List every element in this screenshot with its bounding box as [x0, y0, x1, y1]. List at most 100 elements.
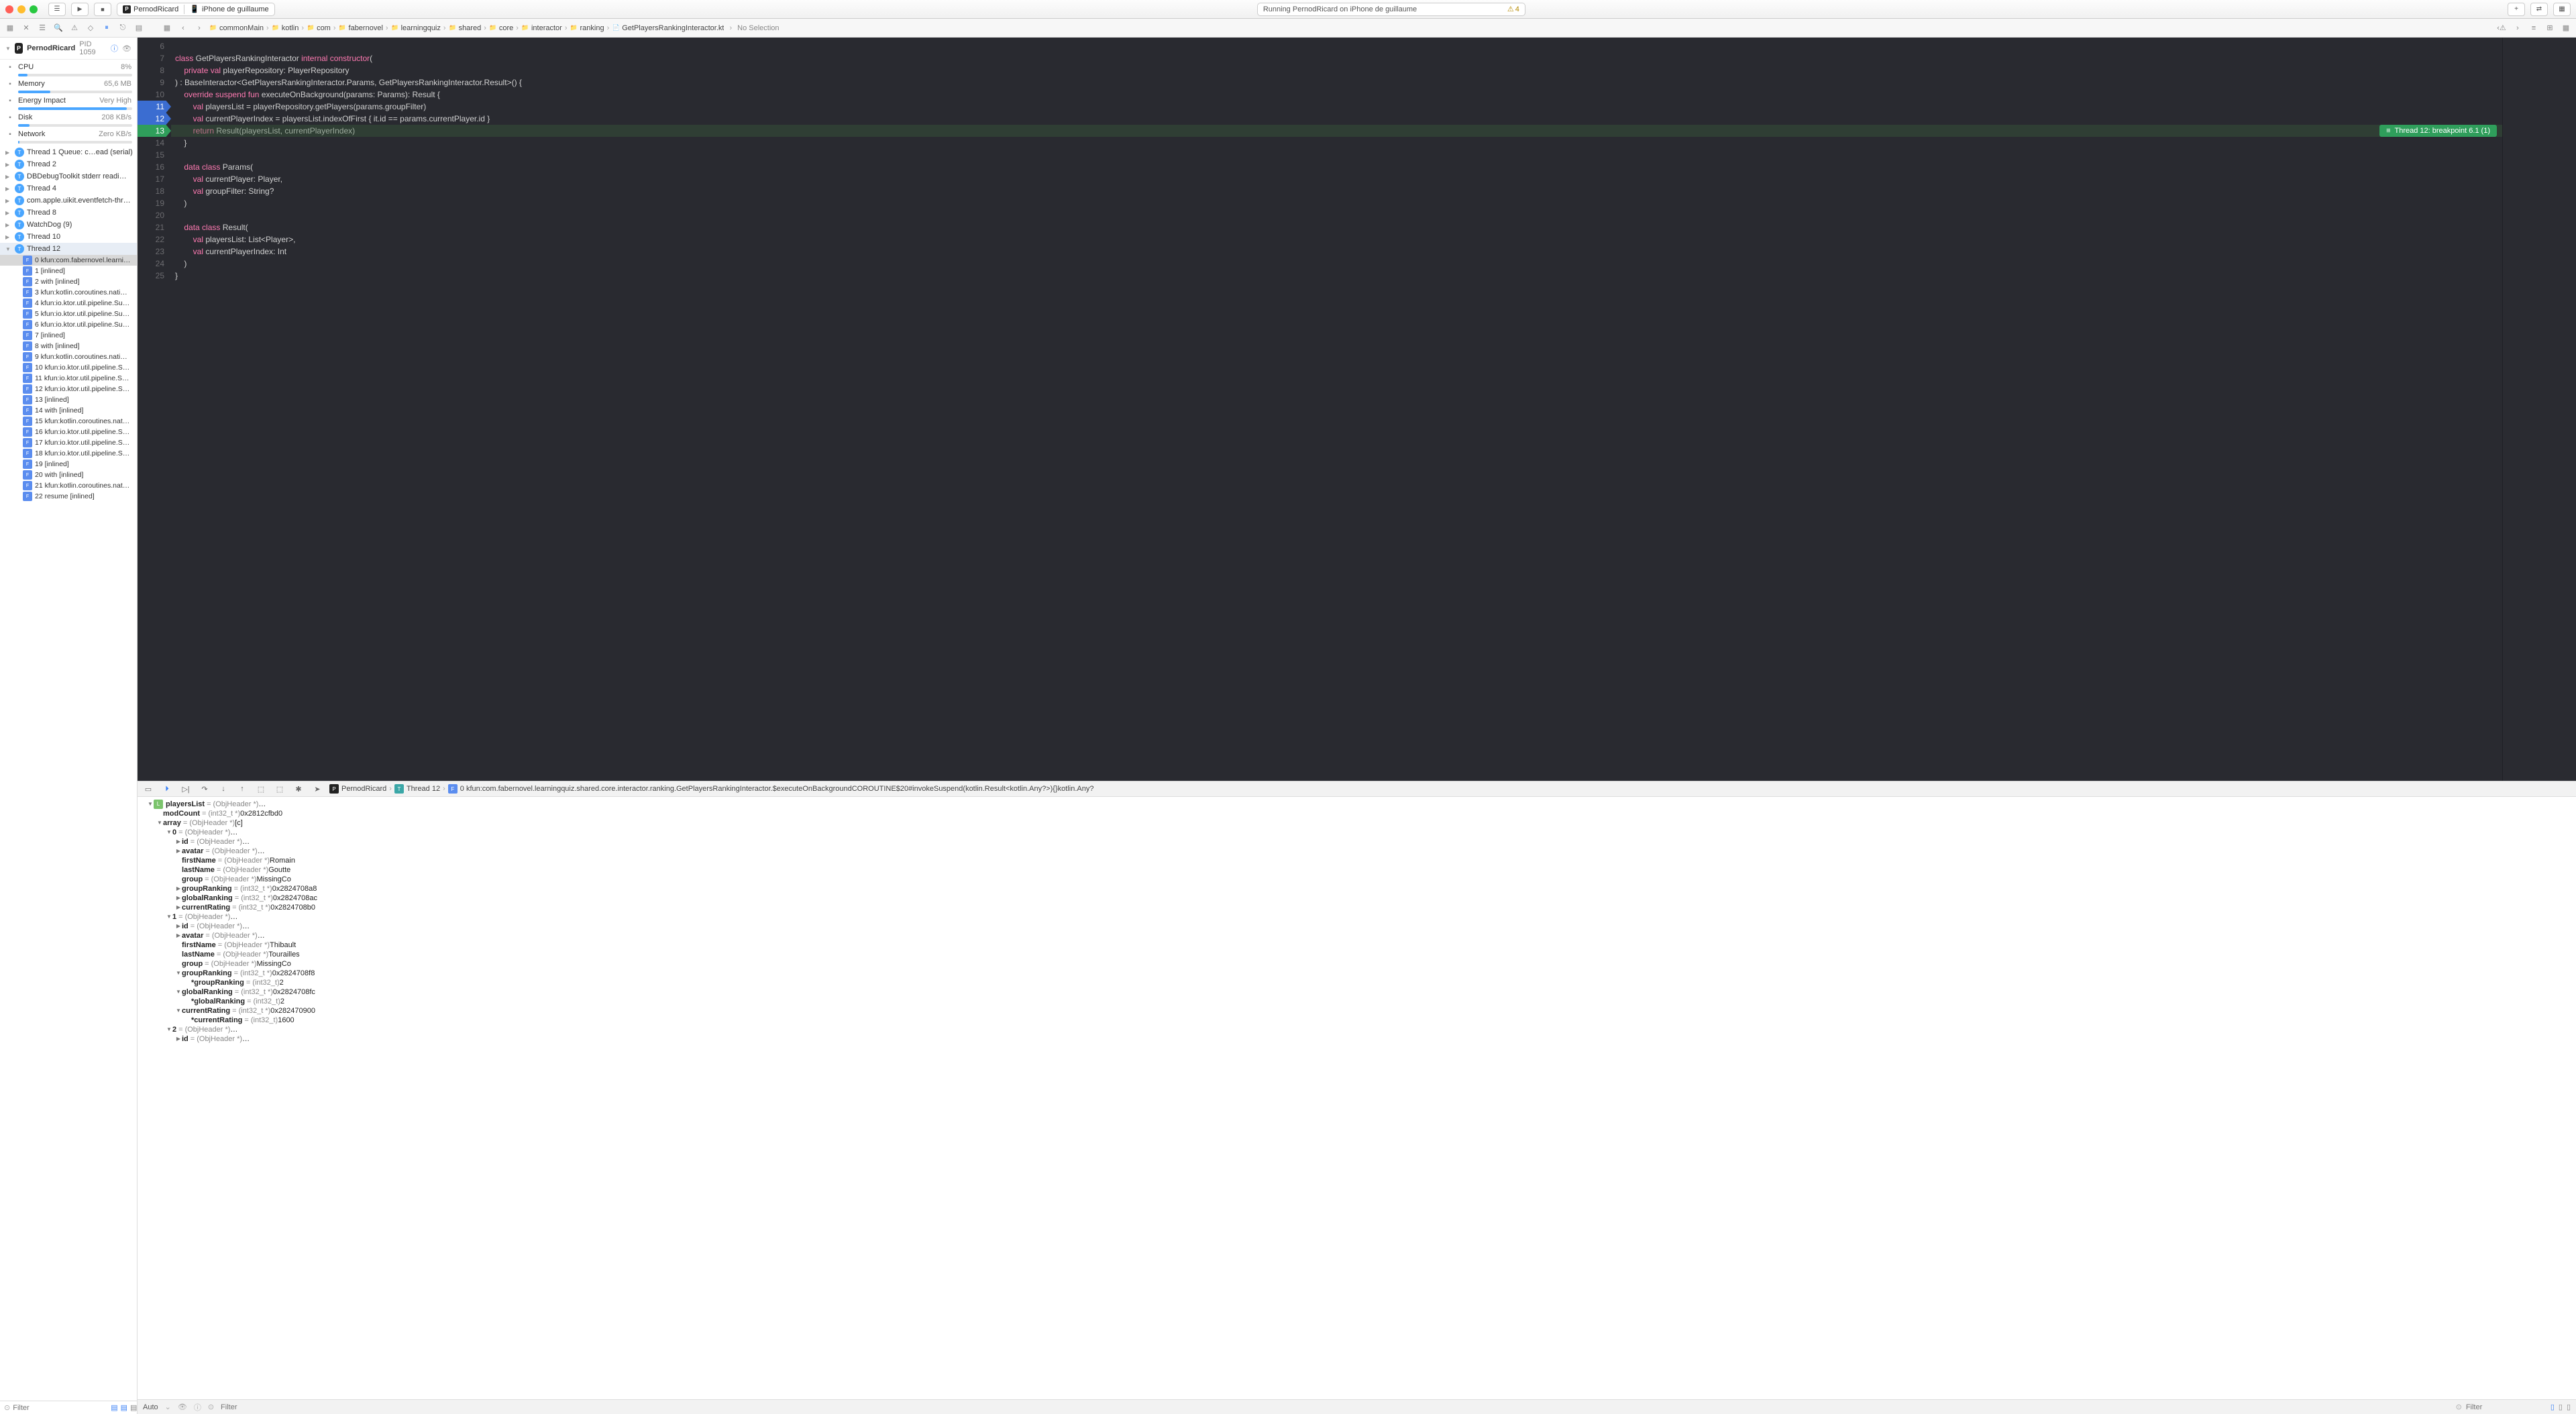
- debug-sim-icon[interactable]: ✱: [292, 783, 305, 795]
- code-line[interactable]: }: [171, 137, 2502, 149]
- thread-row-12[interactable]: ▼TThread 12: [0, 243, 137, 255]
- thread-row[interactable]: ▶Tcom.apple.uikit.eventfetch-thr…: [0, 195, 137, 207]
- disclosure-icon[interactable]: ▼: [166, 912, 172, 922]
- close-window[interactable]: [5, 5, 13, 13]
- editor[interactable]: 678910111213141516171819202122232425 cla…: [138, 38, 2576, 781]
- stop-button[interactable]: [94, 3, 111, 16]
- stack-frame[interactable]: F9 kfun:kotlin.coroutines.nati…: [0, 351, 137, 362]
- filter-opt3-icon[interactable]: ▤: [130, 1403, 137, 1412]
- stack-frame[interactable]: F21 kfun:kotlin.coroutines.nat…: [0, 480, 137, 491]
- pane-right-icon[interactable]: ▯: [2567, 1403, 2571, 1411]
- breadcrumb-item[interactable]: 📁commonMain: [209, 24, 264, 32]
- code-line[interactable]: [171, 40, 2502, 52]
- breadcrumb-item[interactable]: 📁shared: [449, 24, 482, 32]
- report-nav-icon[interactable]: ▤: [133, 22, 145, 34]
- find-icon[interactable]: 🔍: [52, 22, 64, 34]
- print-icon[interactable]: ⓘ: [194, 1402, 201, 1413]
- thread-row[interactable]: ▶TThread 8: [0, 207, 137, 219]
- code-line[interactable]: ) : BaseInteractor<GetPlayersRankingInte…: [171, 76, 2502, 89]
- stack-frame[interactable]: F1 [inlined]: [0, 266, 137, 276]
- breadcrumb-item[interactable]: 📁fabernovel: [339, 24, 383, 32]
- variable-row[interactable]: ▶id=(ObjHeader *) …: [138, 922, 2576, 931]
- variable-row[interactable]: ▼1=(ObjHeader *) …: [138, 912, 2576, 922]
- stack-frame[interactable]: F0 kfun:com.fabernovel.learni…: [0, 255, 137, 266]
- code-line[interactable]: class GetPlayersRankingInteractor intern…: [171, 52, 2502, 64]
- issue-nav-icon[interactable]: ⚠: [68, 22, 80, 34]
- variable-row[interactable]: ▶groupRanking=(int32_t *) 0x2824708a8: [138, 884, 2576, 893]
- stack-frame[interactable]: F11 kfun:io.ktor.util.pipeline.S…: [0, 373, 137, 384]
- breadcrumb-item[interactable]: 📁core: [489, 24, 513, 32]
- code-line[interactable]: val groupFilter: String?: [171, 185, 2502, 197]
- breadcrumb-item[interactable]: 📁interactor: [521, 24, 562, 32]
- disclosure-icon[interactable]: ▶: [5, 174, 12, 180]
- disclosure-icon[interactable]: ▶: [5, 150, 12, 156]
- disclosure-icon[interactable]: ▶: [175, 837, 182, 847]
- line-number[interactable]: 18: [138, 185, 164, 197]
- lines-icon[interactable]: ≡: [2528, 22, 2540, 34]
- stack-frame[interactable]: F18 kfun:io.ktor.util.pipeline.S…: [0, 448, 137, 459]
- line-number[interactable]: 15: [138, 149, 164, 161]
- code-line[interactable]: val currentPlayer: Player,: [171, 173, 2502, 185]
- line-number[interactable]: 12: [138, 113, 164, 125]
- variable-row[interactable]: ▶id=(ObjHeader *) …: [138, 837, 2576, 847]
- gauge-disk[interactable]: ▪Disk208 KB/s: [5, 111, 131, 123]
- code-line[interactable]: override suspend fun executeOnBackground…: [171, 89, 2502, 101]
- vars-filter-input[interactable]: [221, 1403, 2449, 1411]
- variable-row[interactable]: group=(ObjHeader *) MissingCo: [138, 875, 2576, 884]
- stack-frame[interactable]: F10 kfun:io.ktor.util.pipeline.S…: [0, 362, 137, 373]
- stack-frame[interactable]: F13 [inlined]: [0, 394, 137, 405]
- step-out-icon[interactable]: ↑: [235, 783, 249, 795]
- line-number[interactable]: 7: [138, 52, 164, 64]
- variable-row[interactable]: ▶avatar=(ObjHeader *) …: [138, 931, 2576, 940]
- line-number[interactable]: 14: [138, 137, 164, 149]
- code-area[interactable]: class GetPlayersRankingInteractor intern…: [171, 38, 2502, 781]
- nav-tree-icon[interactable]: ☰: [36, 22, 48, 34]
- gauge-network[interactable]: ▪NetworkZero KB/s: [5, 128, 131, 140]
- stack-frame[interactable]: F12 kfun:io.ktor.util.pipeline.S…: [0, 384, 137, 394]
- thread-row[interactable]: ▶TThread 1 Queue: c…ead (serial): [0, 146, 137, 158]
- debug-mem-icon[interactable]: ⬚: [273, 783, 286, 795]
- variable-row[interactable]: ▼array=(ObjHeader *) [c]: [138, 818, 2576, 828]
- stack-frame[interactable]: F5 kfun:io.ktor.util.pipeline.Su…: [0, 309, 137, 319]
- library-button[interactable]: ▦: [2553, 3, 2571, 16]
- stack-frame[interactable]: F19 [inlined]: [0, 459, 137, 470]
- line-number[interactable]: 9: [138, 76, 164, 89]
- line-number[interactable]: 24: [138, 258, 164, 270]
- variable-row[interactable]: ▼currentRating=(int32_t *) 0x282470900: [138, 1006, 2576, 1016]
- stack-frame[interactable]: F16 kfun:io.ktor.util.pipeline.S…: [0, 427, 137, 437]
- variable-row[interactable]: modCount=(int32_t *) 0x2812cfbd0: [138, 809, 2576, 818]
- variables-view[interactable]: ▼LplayersList=(ObjHeader *) …modCount=(i…: [138, 797, 2576, 1399]
- variable-row[interactable]: ▶currentRating=(int32_t *) 0x2824708b0: [138, 903, 2576, 912]
- variable-row[interactable]: ▶id=(ObjHeader *) …: [138, 1034, 2576, 1044]
- continue-icon[interactable]: ▷|: [179, 783, 193, 795]
- variable-row[interactable]: ▼LplayersList=(ObjHeader *) …: [138, 800, 2576, 809]
- hide-debug-icon[interactable]: ▭: [142, 783, 155, 795]
- disclosure-icon[interactable]: ▶: [175, 847, 182, 856]
- code-line[interactable]: val playersList = playerRepository.getPl…: [171, 101, 2502, 113]
- stack-frame[interactable]: F17 kfun:io.ktor.util.pipeline.S…: [0, 437, 137, 448]
- disclosure-icon[interactable]: ▼: [166, 828, 172, 837]
- scheme-selector[interactable]: PPernodRicard 📱iPhone de guillaume: [117, 3, 275, 16]
- min-window[interactable]: [17, 5, 25, 13]
- variable-row[interactable]: ▼2=(ObjHeader *) …: [138, 1025, 2576, 1034]
- breakpoint-banner[interactable]: ≡Thread 12: breakpoint 6.1 (1): [2379, 125, 2497, 137]
- step-into-icon[interactable]: ↓: [217, 783, 230, 795]
- breadcrumb-item[interactable]: 📁com: [307, 24, 331, 32]
- stack-frame[interactable]: F3 kfun:kotlin.coroutines.nati…: [0, 287, 137, 298]
- filter-opt1-icon[interactable]: ▤: [111, 1403, 117, 1412]
- debug-loc-icon[interactable]: ➤: [311, 783, 324, 795]
- sidebar-toggle[interactable]: ☰: [48, 3, 66, 16]
- gauge-cpu[interactable]: ▪CPU8%: [5, 61, 131, 73]
- sidebar-filter-input[interactable]: [13, 1404, 108, 1412]
- console-filter-input[interactable]: [2466, 1403, 2546, 1411]
- close-tab-icon[interactable]: ✕: [20, 22, 32, 34]
- quicklook-icon[interactable]: 👁: [178, 1403, 187, 1411]
- disclosure-icon[interactable]: ▶: [175, 1034, 182, 1044]
- variable-row[interactable]: lastName=(ObjHeader *) Tourailles: [138, 950, 2576, 959]
- code-line[interactable]: val playersList: List<Player>,: [171, 233, 2502, 246]
- debug-view-icon[interactable]: ⬚: [254, 783, 268, 795]
- gauge-memory[interactable]: ▪Memory65,6 MB: [5, 78, 131, 90]
- gutter[interactable]: 678910111213141516171819202122232425: [138, 38, 171, 781]
- code-line[interactable]: val currentPlayerIndex: Int: [171, 246, 2502, 258]
- variable-row[interactable]: ▼globalRanking=(int32_t *) 0x2824708fc: [138, 987, 2576, 997]
